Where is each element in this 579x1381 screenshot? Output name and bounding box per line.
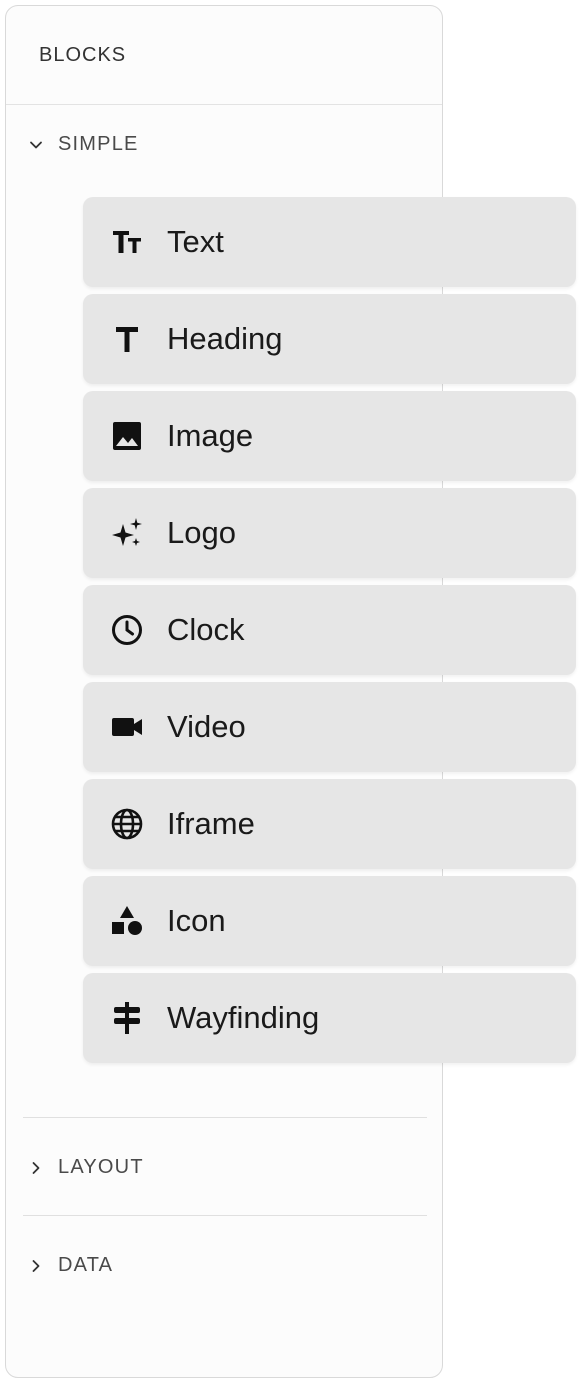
block-item-icon[interactable]: Icon	[83, 876, 576, 966]
block-label: Heading	[167, 321, 283, 356]
clock-icon	[110, 613, 144, 647]
block-label: Clock	[167, 612, 245, 647]
shapes-icon	[110, 904, 144, 938]
block-label: Iframe	[167, 806, 255, 841]
block-label: Video	[167, 709, 246, 744]
section-label-layout: LAYOUT	[58, 1156, 144, 1178]
section-header-data[interactable]: DATA	[28, 1254, 113, 1277]
text-size-icon	[110, 225, 144, 259]
panel-header: BLOCKS	[6, 6, 442, 105]
block-label: Image	[167, 418, 254, 453]
section-header-simple[interactable]: SIMPLE	[28, 133, 139, 156]
block-label: Icon	[167, 903, 226, 938]
chevron-right-icon	[28, 1258, 44, 1274]
block-item-iframe[interactable]: Iframe	[83, 779, 576, 869]
section-divider	[23, 1215, 427, 1216]
block-item-wayfinding[interactable]: Wayfinding	[83, 973, 576, 1063]
block-label: Wayfinding	[167, 1000, 320, 1035]
block-item-text[interactable]: Text	[83, 197, 576, 287]
section-divider	[23, 1117, 427, 1118]
image-icon	[110, 419, 144, 453]
section-label-simple: SIMPLE	[58, 133, 139, 155]
block-label: Text	[167, 224, 224, 259]
video-camera-icon	[110, 710, 144, 744]
block-item-logo[interactable]: Logo	[83, 488, 576, 578]
globe-icon	[110, 807, 144, 841]
block-label: Logo	[167, 515, 236, 550]
block-item-heading[interactable]: Heading	[83, 294, 576, 384]
block-item-clock[interactable]: Clock	[83, 585, 576, 675]
section-header-layout[interactable]: LAYOUT	[28, 1156, 144, 1179]
panel-title: BLOCKS	[39, 44, 127, 66]
heading-icon	[110, 322, 144, 356]
chevron-right-icon	[28, 1160, 44, 1176]
sparkles-icon	[110, 516, 144, 550]
block-item-video[interactable]: Video	[83, 682, 576, 772]
signpost-icon	[110, 1001, 144, 1035]
chevron-down-icon	[28, 137, 44, 153]
block-item-image[interactable]: Image	[83, 391, 576, 481]
section-label-data: DATA	[58, 1254, 114, 1276]
